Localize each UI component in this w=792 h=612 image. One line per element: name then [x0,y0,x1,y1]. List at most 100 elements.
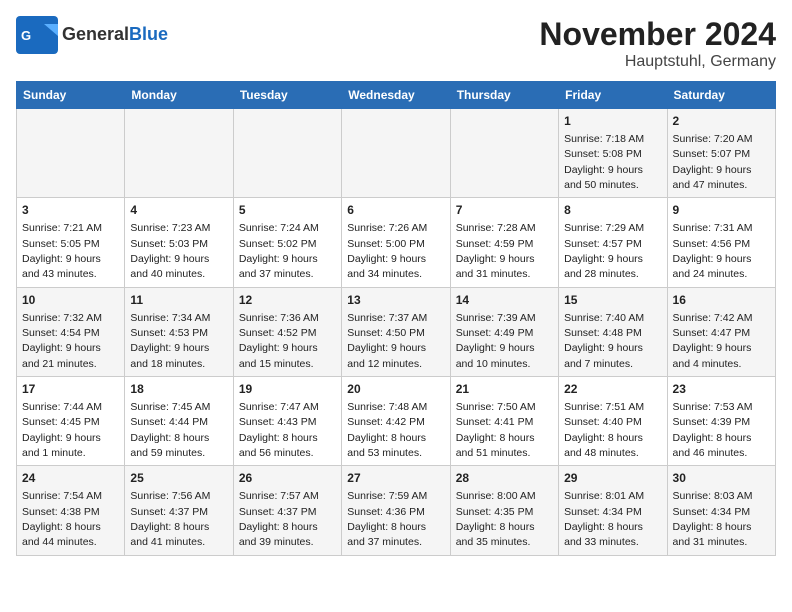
calendar-table: Sunday Monday Tuesday Wednesday Thursday… [16,81,776,556]
day-number: 17 [22,381,119,398]
calendar-week-row: 3 Sunrise: 7:21 AM Sunset: 5:05 PM Daylig… [17,198,776,287]
day-info: Sunrise: 7:23 AM Sunset: 5:03 PM Dayligh… [130,222,210,280]
day-number: 26 [239,470,336,487]
day-info: Sunrise: 7:18 AM Sunset: 5:08 PM Dayligh… [564,133,644,191]
table-row [17,109,125,198]
col-tuesday: Tuesday [233,82,341,109]
day-number: 14 [456,292,553,309]
table-row: 2 Sunrise: 7:20 AM Sunset: 5:07 PM Daylig… [667,109,775,198]
day-info: Sunrise: 7:57 AM Sunset: 4:37 PM Dayligh… [239,490,319,548]
table-row [233,109,341,198]
day-number: 8 [564,202,661,219]
day-number: 7 [456,202,553,219]
table-row: 26 Sunrise: 7:57 AM Sunset: 4:37 PM Dayli… [233,466,341,555]
table-row [342,109,450,198]
day-number: 20 [347,381,444,398]
calendar-week-row: 10 Sunrise: 7:32 AM Sunset: 4:54 PM Dayli… [17,287,776,376]
day-info: Sunrise: 7:36 AM Sunset: 4:52 PM Dayligh… [239,312,319,370]
title-block: November 2024 Hauptstuhl, Germany [539,16,776,71]
day-number: 1 [564,113,661,130]
table-row: 27Sunrise: 7:59 AM Sunset: 4:36 PM Dayli… [342,466,450,555]
col-thursday: Thursday [450,82,558,109]
day-number: 21 [456,381,553,398]
table-row: 20 Sunrise: 7:48 AM Sunset: 4:42 PM Dayli… [342,377,450,466]
day-info: Sunrise: 7:53 AM Sunset: 4:39 PM Dayligh… [673,401,753,459]
table-row: 14 Sunrise: 7:39 AM Sunset: 4:49 PM Dayli… [450,287,558,376]
table-row: 18Sunrise: 7:45 AM Sunset: 4:44 PM Dayli… [125,377,233,466]
calendar-week-row: 24Sunrise: 7:54 AM Sunset: 4:38 PM Dayli… [17,466,776,555]
page-subtitle: Hauptstuhl, Germany [539,53,776,71]
day-number: 30 [673,470,770,487]
day-info: Sunrise: 7:31 AM Sunset: 4:56 PM Dayligh… [673,222,753,280]
day-info: Sunrise: 7:56 AM Sunset: 4:37 PM Dayligh… [130,490,210,548]
col-saturday: Saturday [667,82,775,109]
day-number: 29 [564,470,661,487]
day-info: Sunrise: 8:00 AM Sunset: 4:35 PM Dayligh… [456,490,536,548]
day-number: 6 [347,202,444,219]
day-number: 25 [130,470,227,487]
table-row: 4 Sunrise: 7:23 AM Sunset: 5:03 PM Daylig… [125,198,233,287]
logo-general: General [62,24,129,44]
day-number: 16 [673,292,770,309]
calendar-week-row: 17 Sunrise: 7:44 AM Sunset: 4:45 PM Dayli… [17,377,776,466]
table-row: 9 Sunrise: 7:31 AM Sunset: 4:56 PM Daylig… [667,198,775,287]
day-info: Sunrise: 8:03 AM Sunset: 4:34 PM Dayligh… [673,490,753,548]
table-row: 22Sunrise: 7:51 AM Sunset: 4:40 PM Dayli… [559,377,667,466]
day-number: 22 [564,381,661,398]
day-number: 28 [456,470,553,487]
day-info: Sunrise: 7:39 AM Sunset: 4:49 PM Dayligh… [456,312,536,370]
day-number: 3 [22,202,119,219]
day-info: Sunrise: 7:32 AM Sunset: 4:54 PM Dayligh… [22,312,102,370]
table-row: 21 Sunrise: 7:50 AM Sunset: 4:41 PM Dayli… [450,377,558,466]
table-row: 10 Sunrise: 7:32 AM Sunset: 4:54 PM Dayli… [17,287,125,376]
day-info: Sunrise: 7:44 AM Sunset: 4:45 PM Dayligh… [22,401,102,459]
logo: G GeneralBlue [16,16,168,54]
table-row: 1 Sunrise: 7:18 AM Sunset: 5:08 PM Daylig… [559,109,667,198]
table-row: 8Sunrise: 7:29 AM Sunset: 4:57 PM Daylig… [559,198,667,287]
day-info: Sunrise: 7:54 AM Sunset: 4:38 PM Dayligh… [22,490,102,548]
day-number: 9 [673,202,770,219]
day-number: 12 [239,292,336,309]
table-row: 24Sunrise: 7:54 AM Sunset: 4:38 PM Dayli… [17,466,125,555]
day-number: 5 [239,202,336,219]
table-row: 28 Sunrise: 8:00 AM Sunset: 4:35 PM Dayli… [450,466,558,555]
col-monday: Monday [125,82,233,109]
table-row [125,109,233,198]
table-row: 16 Sunrise: 7:42 AM Sunset: 4:47 PM Dayli… [667,287,775,376]
day-number: 11 [130,292,227,309]
day-info: Sunrise: 7:42 AM Sunset: 4:47 PM Dayligh… [673,312,753,370]
day-info: Sunrise: 7:40 AM Sunset: 4:48 PM Dayligh… [564,312,644,370]
day-info: Sunrise: 7:37 AM Sunset: 4:50 PM Dayligh… [347,312,427,370]
svg-text:G: G [21,28,31,43]
day-info: Sunrise: 7:50 AM Sunset: 4:41 PM Dayligh… [456,401,536,459]
table-row: 15Sunrise: 7:40 AM Sunset: 4:48 PM Dayli… [559,287,667,376]
page-title: November 2024 [539,16,776,53]
logo-icon: G [16,16,58,54]
day-info: Sunrise: 7:48 AM Sunset: 4:42 PM Dayligh… [347,401,427,459]
table-row [450,109,558,198]
calendar-header-row: Sunday Monday Tuesday Wednesday Thursday… [17,82,776,109]
day-number: 19 [239,381,336,398]
col-wednesday: Wednesday [342,82,450,109]
table-row: 11 Sunrise: 7:34 AM Sunset: 4:53 PM Dayli… [125,287,233,376]
day-number: 2 [673,113,770,130]
day-info: Sunrise: 7:28 AM Sunset: 4:59 PM Dayligh… [456,222,536,280]
day-info: Sunrise: 7:21 AM Sunset: 5:05 PM Dayligh… [22,222,102,280]
page-header: G GeneralBlue November 2024 Hauptstuhl, … [16,16,776,71]
col-sunday: Sunday [17,82,125,109]
table-row: 29 Sunrise: 8:01 AM Sunset: 4:34 PM Dayli… [559,466,667,555]
day-info: Sunrise: 7:20 AM Sunset: 5:07 PM Dayligh… [673,133,753,191]
table-row: 25 Sunrise: 7:56 AM Sunset: 4:37 PM Dayli… [125,466,233,555]
day-info: Sunrise: 8:01 AM Sunset: 4:34 PM Dayligh… [564,490,644,548]
day-number: 10 [22,292,119,309]
day-number: 4 [130,202,227,219]
table-row: 23 Sunrise: 7:53 AM Sunset: 4:39 PM Dayli… [667,377,775,466]
table-row: 3 Sunrise: 7:21 AM Sunset: 5:05 PM Daylig… [17,198,125,287]
day-number: 23 [673,381,770,398]
table-row: 17 Sunrise: 7:44 AM Sunset: 4:45 PM Dayli… [17,377,125,466]
day-number: 27 [347,470,444,487]
calendar-week-row: 1 Sunrise: 7:18 AM Sunset: 5:08 PM Daylig… [17,109,776,198]
table-row: 5Sunrise: 7:24 AM Sunset: 5:02 PM Daylig… [233,198,341,287]
day-info: Sunrise: 7:34 AM Sunset: 4:53 PM Dayligh… [130,312,210,370]
table-row: 7 Sunrise: 7:28 AM Sunset: 4:59 PM Daylig… [450,198,558,287]
